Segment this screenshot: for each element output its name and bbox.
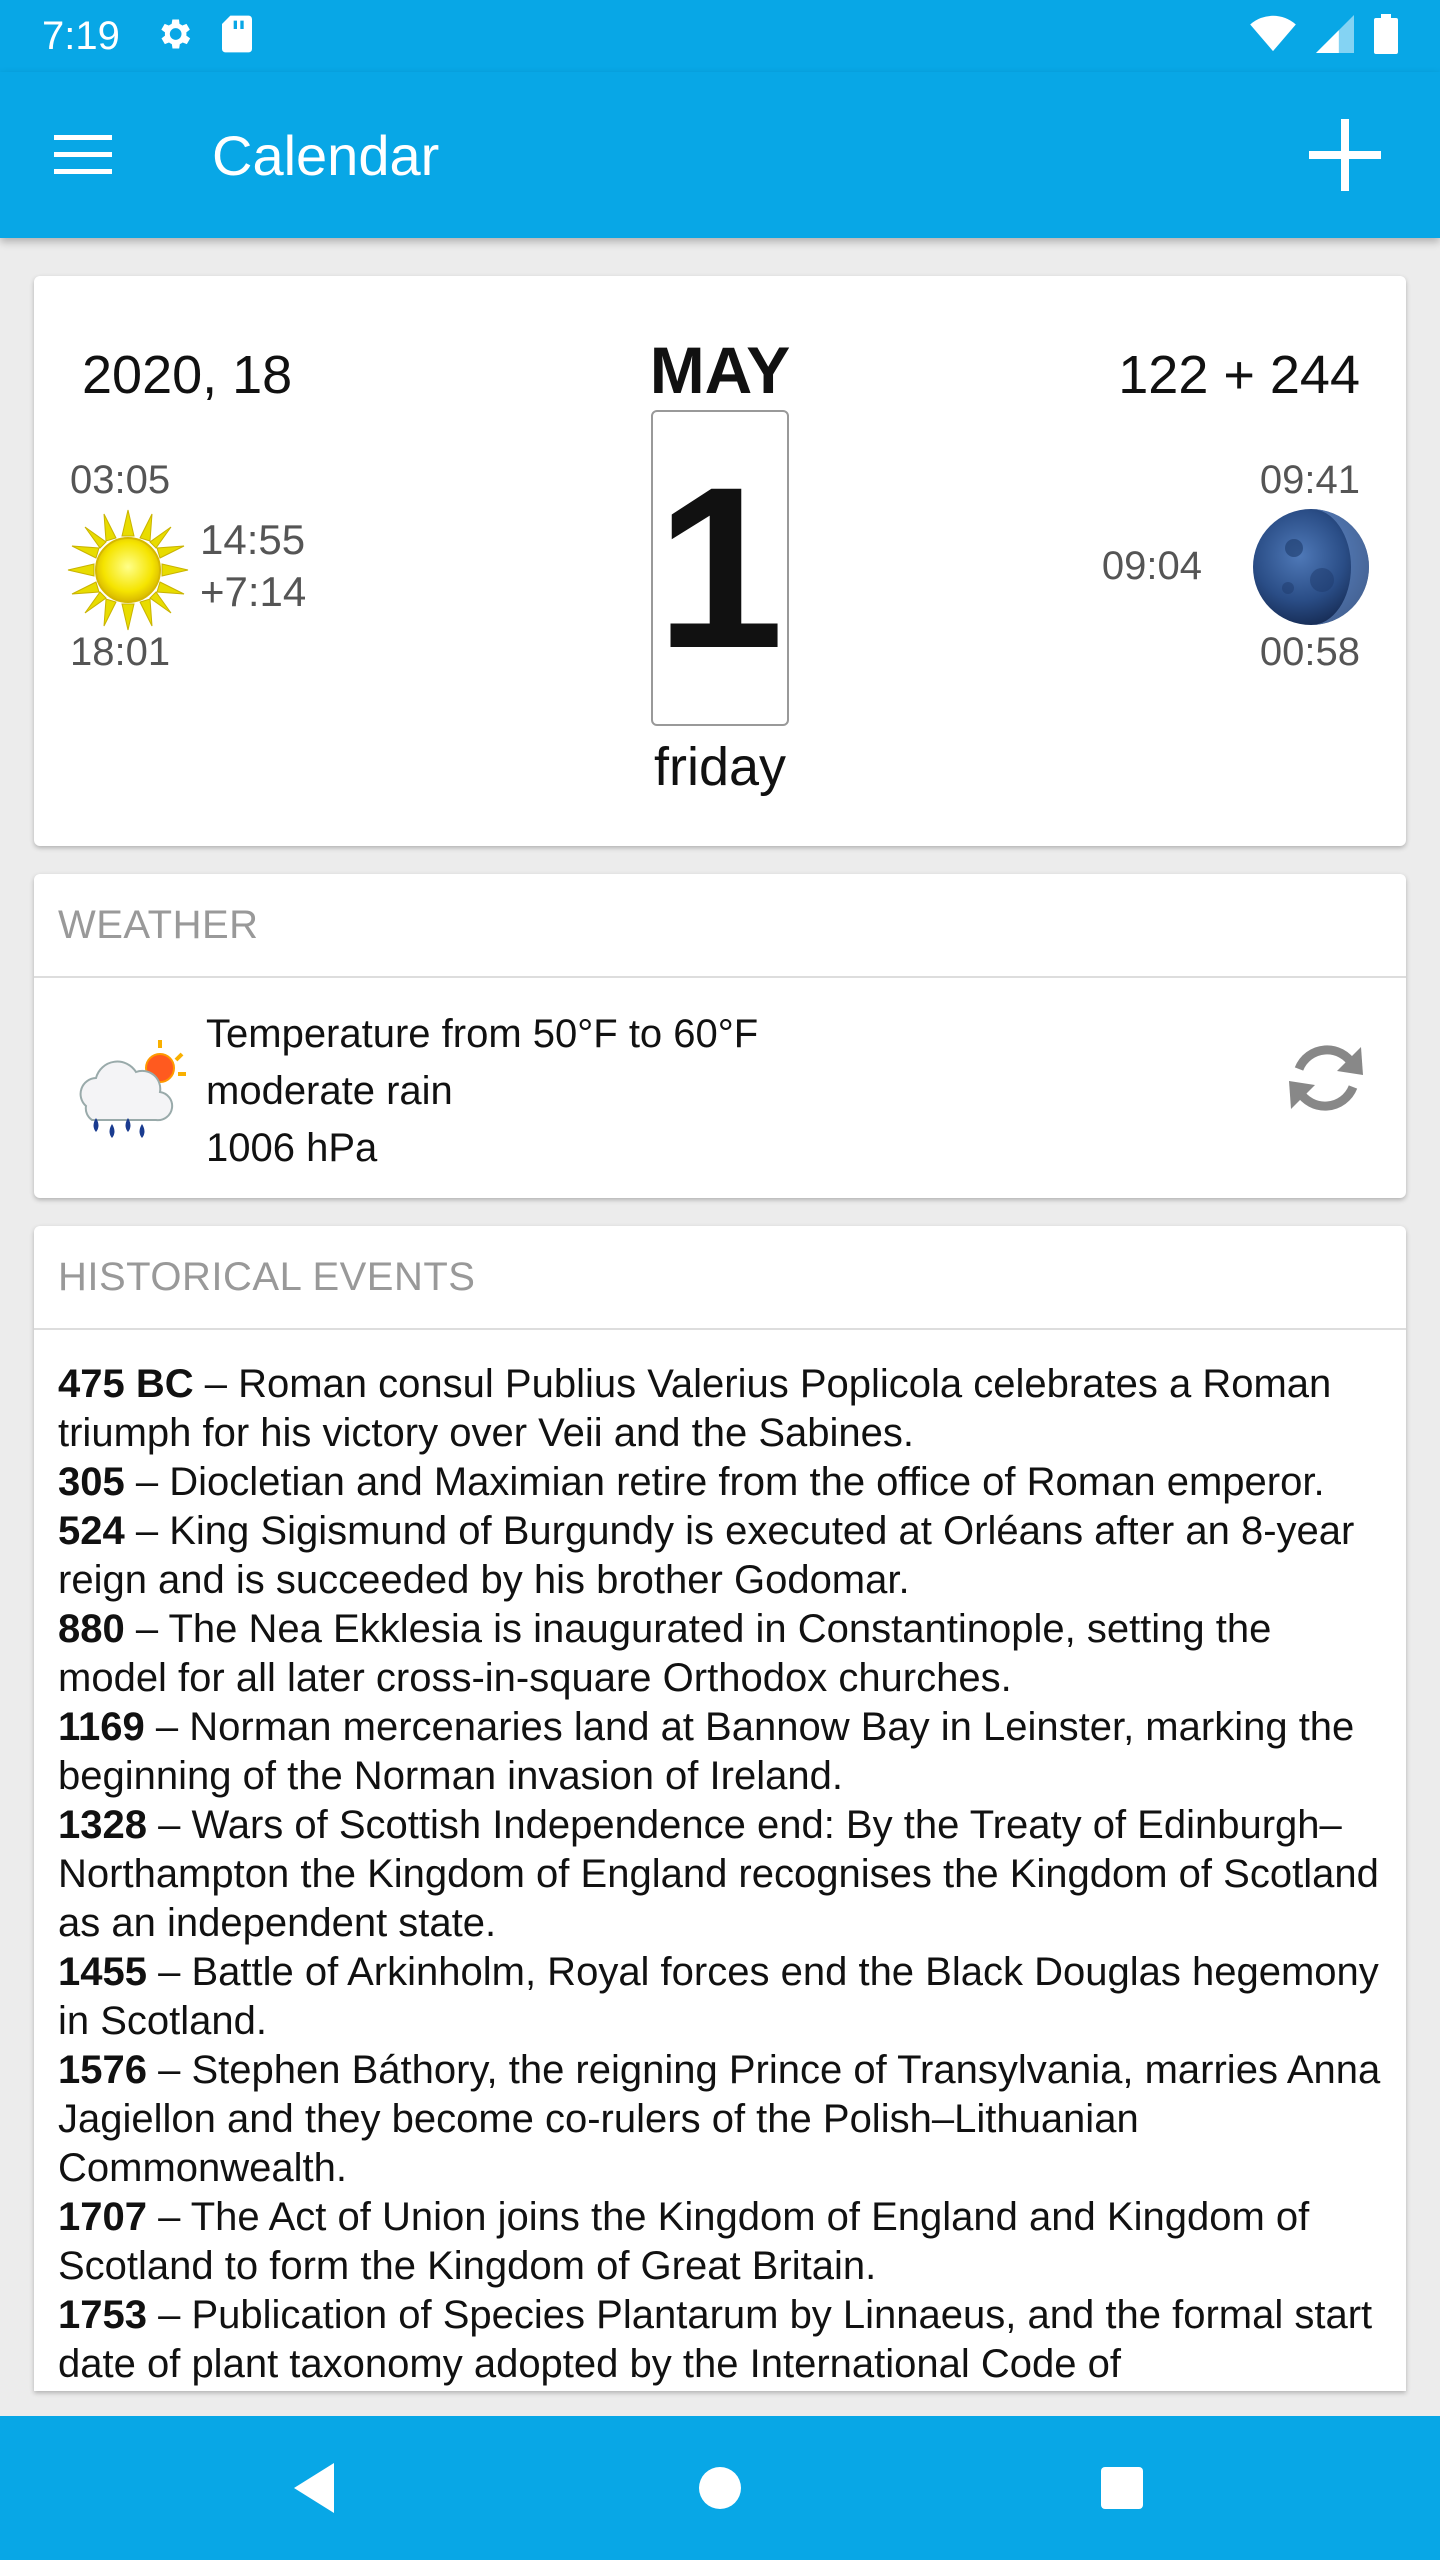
- history-event: 524 – King Sigismund of Burgundy is exec…: [58, 1507, 1382, 1605]
- history-event: 1753 – Publication of Species Plantarum …: [58, 2291, 1382, 2389]
- history-event: 1707 – The Act of Union joins the Kingdo…: [58, 2193, 1382, 2291]
- weather-card[interactable]: WEATHER Temperature from 50°F to 60°F mo…: [34, 874, 1406, 1198]
- history-list: 475 BC – Roman consul Publius Valerius P…: [34, 1330, 1406, 2389]
- history-event: 305 – Diocletian and Maximian retire fro…: [58, 1458, 1382, 1507]
- history-event: 475 BC – Roman consul Publius Valerius P…: [58, 1360, 1382, 1458]
- moon-time: 09:04: [1101, 544, 1202, 588]
- event-year: 1576: [58, 2048, 147, 2092]
- day-number-box: 1: [651, 410, 789, 726]
- event-text: – Diocletian and Maximian retire from th…: [124, 1460, 1325, 1504]
- navigation-bar: [0, 2416, 1440, 2560]
- day-length: 14:55: [200, 516, 306, 563]
- plus-icon[interactable]: [1290, 100, 1400, 210]
- event-text: – The Act of Union joins the Kingdom of …: [58, 2195, 1310, 2288]
- event-text: – Stephen Báthory, the reigning Prince o…: [58, 2048, 1381, 2190]
- event-year: 1753: [58, 2293, 147, 2337]
- weather-header: WEATHER: [34, 874, 1406, 978]
- history-event: 1576 – Stephen Báthory, the reigning Pri…: [58, 2046, 1382, 2193]
- historical-events-card[interactable]: HISTORICAL EVENTS 475 BC – Roman consul …: [34, 1226, 1406, 2391]
- hamburger-menu-icon[interactable]: [28, 100, 138, 210]
- event-text: – Norman mercenaries land at Bannow Bay …: [58, 1705, 1355, 1798]
- cell-signal-icon: [1316, 14, 1354, 58]
- battery-icon: [1374, 13, 1398, 59]
- event-year: 305: [58, 1460, 125, 1504]
- weather-pressure: 1006 hPa: [206, 1126, 378, 1170]
- moonset-time: 00:58: [1259, 630, 1360, 674]
- back-icon[interactable]: [254, 2428, 374, 2548]
- moon-phase-icon: [1252, 508, 1370, 626]
- sd-card-icon: [220, 14, 254, 59]
- history-event: 880 – The Nea Ekklesia is inaugurated in…: [58, 1605, 1382, 1703]
- status-time: 7:19: [42, 13, 120, 58]
- event-year: 524: [58, 1509, 125, 1553]
- history-event: 1328 – Wars of Scottish Independence end…: [58, 1801, 1382, 1948]
- rain-sun-cloud-icon: [72, 1034, 190, 1142]
- event-text: – Publication of Species Plantarum by Li…: [58, 2293, 1373, 2386]
- weather-condition: moderate rain: [206, 1069, 453, 1113]
- event-year: 1707: [58, 2195, 147, 2239]
- weekday-label: friday: [653, 737, 787, 797]
- weather-temperature: Temperature from 50°F to 60°F: [206, 1012, 759, 1056]
- weather-info: Temperature from 50°F to 60°F moderate r…: [206, 1006, 758, 1177]
- status-bar: 7:19: [0, 0, 1440, 72]
- sunset-time: 18:01: [70, 630, 171, 674]
- app-bar: Calendar: [0, 72, 1440, 238]
- recents-icon[interactable]: [1062, 2428, 1182, 2548]
- weather-header-label: WEATHER: [58, 902, 259, 947]
- event-year: 1169: [58, 1705, 145, 1749]
- home-icon[interactable]: [660, 2428, 780, 2548]
- event-year: 1328: [58, 1803, 147, 1847]
- event-text: – Roman consul Publius Valerius Poplicol…: [58, 1362, 1332, 1455]
- weather-body: Temperature from 50°F to 60°F moderate r…: [34, 978, 1406, 1198]
- event-text: – Wars of Scottish Independence end: By …: [58, 1803, 1379, 1945]
- history-event: 1455 – Battle of Arkinholm, Royal forces…: [58, 1948, 1382, 2046]
- day-of-year: 122 + 244: [1118, 345, 1360, 405]
- history-event: 1169 – Norman mercenaries land at Bannow…: [58, 1703, 1382, 1801]
- day-number: 1: [656, 439, 784, 696]
- event-year: 475 BC: [58, 1362, 194, 1406]
- refresh-icon[interactable]: [1276, 1028, 1376, 1128]
- sun-icon: [66, 508, 190, 632]
- moonrise-time: 09:41: [1259, 458, 1360, 502]
- sunrise-time: 03:05: [70, 458, 171, 502]
- date-card[interactable]: 2020, 18 03:05 14:55 +7:14 18:01 MAY 1 f…: [34, 276, 1406, 846]
- gear-icon: [154, 14, 194, 59]
- event-text: – King Sigismund of Burgundy is executed…: [58, 1509, 1355, 1602]
- event-year: 1455: [58, 1950, 147, 1994]
- event-year: 880: [58, 1607, 125, 1651]
- day-length-diff: +7:14: [200, 568, 307, 615]
- event-text: – The Nea Ekklesia is inaugurated in Con…: [58, 1607, 1272, 1700]
- app-title: Calendar: [212, 123, 440, 187]
- wifi-icon: [1250, 15, 1296, 58]
- history-header: HISTORICAL EVENTS: [34, 1226, 1406, 1330]
- event-text: – Battle of Arkinholm, Royal forces end …: [58, 1950, 1379, 2043]
- history-header-label: HISTORICAL EVENTS: [58, 1254, 476, 1299]
